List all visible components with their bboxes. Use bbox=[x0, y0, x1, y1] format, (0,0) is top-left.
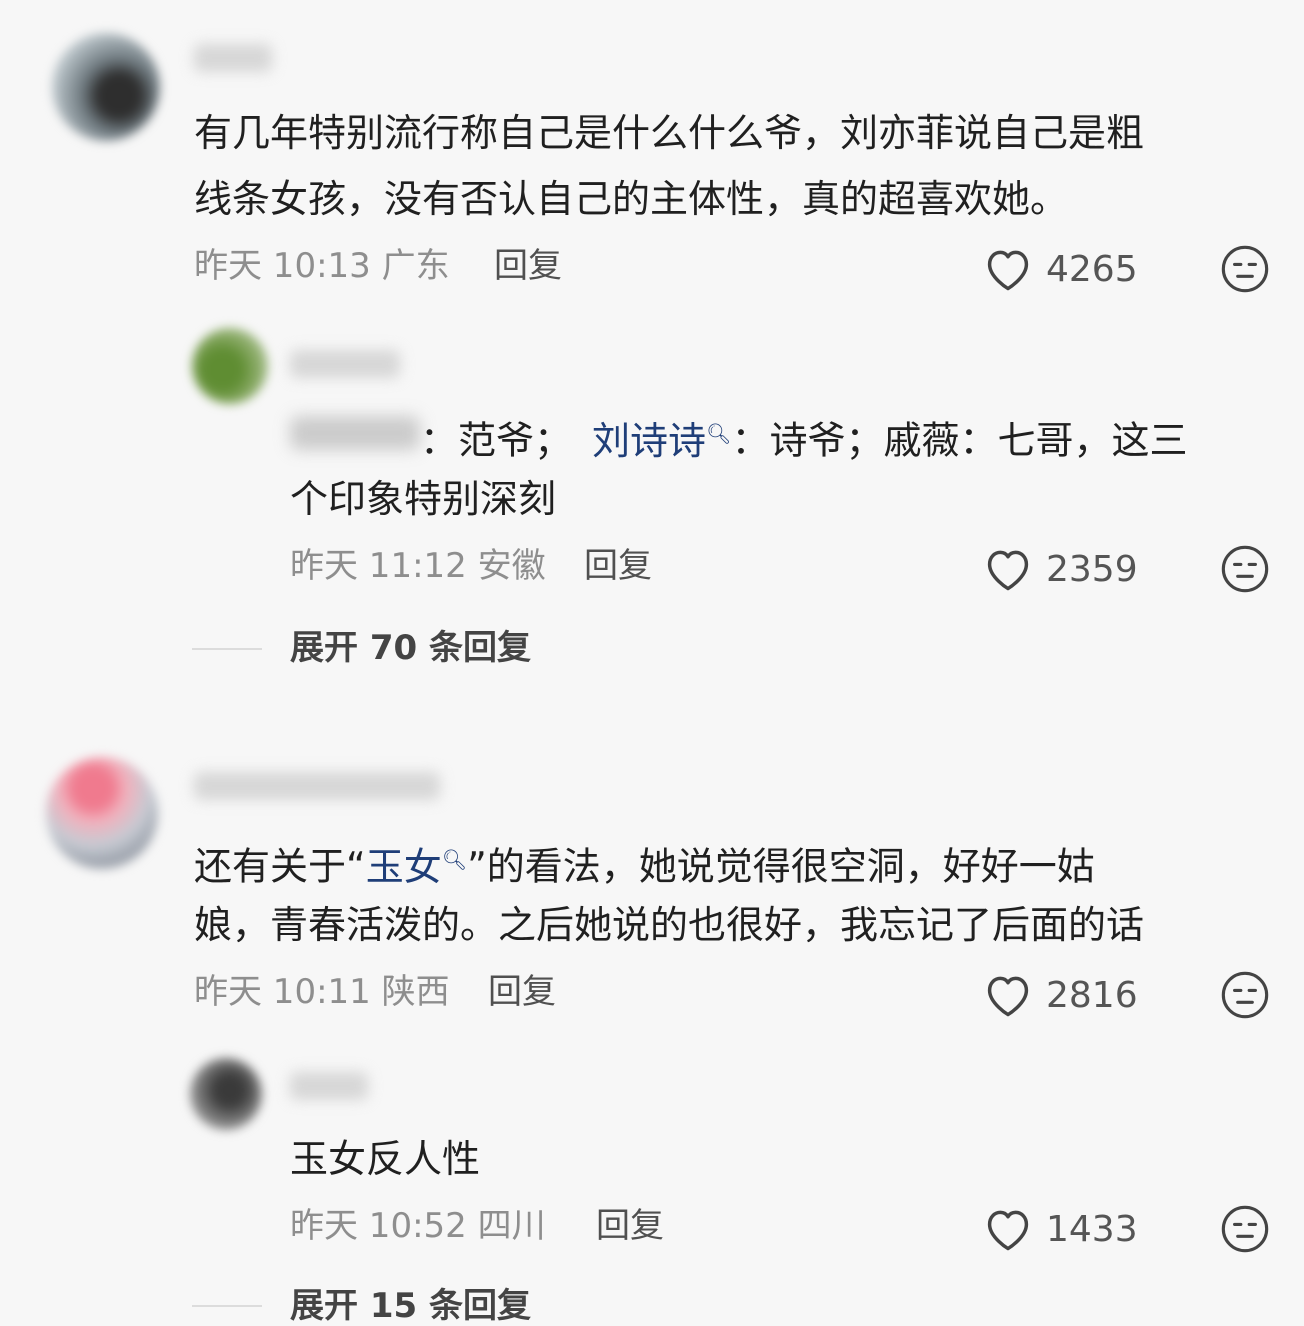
like-count: 2816 bbox=[1046, 975, 1138, 1016]
search-icon[interactable]: 🔍︎ bbox=[706, 421, 731, 445]
reply-button[interactable]: 回复 bbox=[488, 972, 556, 1012]
comment-time: 昨天 10:13 bbox=[194, 246, 371, 286]
mention-link[interactable]: 刘诗诗🔍︎ bbox=[592, 419, 731, 463]
divider bbox=[192, 1305, 262, 1307]
meh-face-icon[interactable] bbox=[1220, 970, 1270, 1020]
mention-separator: ： bbox=[420, 418, 459, 463]
avatar[interactable] bbox=[46, 757, 158, 869]
divider bbox=[192, 648, 262, 650]
reply-text-line: ：范爷； 刘诗诗🔍︎：诗爷；戚薇：七哥，这三 bbox=[420, 400, 1187, 474]
reply-text-segment: 范爷； bbox=[458, 418, 573, 463]
meh-face-icon[interactable] bbox=[1220, 244, 1270, 294]
reply-button[interactable]: 回复 bbox=[596, 1206, 664, 1246]
comment-meta: 昨天 11:12 安徽 bbox=[290, 546, 546, 586]
mention-link[interactable]: 玉女🔍︎ bbox=[366, 845, 467, 889]
comment-text-line: 线条女孩，没有否认自己的主体性，真的超喜欢她。 bbox=[194, 177, 1069, 221]
heart-icon[interactable] bbox=[982, 544, 1034, 592]
comment-text-line: 有几年特别流行称自己是什么什么爷，刘亦菲说自己是粗 bbox=[194, 111, 1145, 155]
username-blurred[interactable] bbox=[194, 772, 440, 800]
username-blurred[interactable] bbox=[194, 44, 272, 72]
comment-location: 广东 bbox=[381, 246, 450, 286]
reply-button[interactable]: 回复 bbox=[584, 546, 652, 586]
reply-text-line: 玉女反人性 bbox=[290, 1137, 481, 1181]
avatar[interactable] bbox=[192, 328, 268, 404]
username-blurred[interactable] bbox=[290, 1072, 368, 1100]
comment-time: 昨天 10:11 bbox=[194, 972, 371, 1012]
heart-icon[interactable] bbox=[982, 1204, 1034, 1252]
comment-meta: 昨天 10:13 广东 bbox=[194, 246, 450, 286]
mention-blurred[interactable] bbox=[290, 416, 420, 450]
reply-text-line: 个印象特别深刻 bbox=[290, 477, 557, 521]
reply-button[interactable]: 回复 bbox=[494, 246, 562, 286]
username-blurred[interactable] bbox=[290, 350, 400, 378]
avatar[interactable] bbox=[52, 33, 160, 141]
heart-icon[interactable] bbox=[982, 244, 1034, 292]
comment-location: 陕西 bbox=[381, 972, 450, 1012]
comment-meta: 昨天 10:52 四川 bbox=[290, 1206, 546, 1246]
search-icon[interactable]: 🔍︎ bbox=[442, 847, 467, 871]
comment-meta: 昨天 10:11 陕西 bbox=[194, 972, 450, 1012]
mention-name[interactable]: 玉女 bbox=[366, 845, 442, 889]
comment-location: 安徽 bbox=[477, 546, 546, 586]
comment-text-segment: 还有关于“ bbox=[194, 844, 366, 889]
comment-text-line: 还有关于“玉女🔍︎”的看法，她说觉得很空洞，好好一姑 bbox=[194, 826, 1095, 900]
mention-name[interactable]: 刘诗诗 bbox=[592, 419, 706, 463]
like-count: 1433 bbox=[1046, 1209, 1138, 1250]
comment-text-segment: ”的看法，她说觉得很空洞，好好一姑 bbox=[467, 844, 1095, 889]
comment-time: 昨天 11:12 bbox=[290, 546, 467, 586]
expand-replies-button[interactable]: 展开 15 条回复 bbox=[290, 1286, 531, 1326]
comment-time: 昨天 10:52 bbox=[290, 1206, 467, 1246]
expand-replies-button[interactable]: 展开 70 条回复 bbox=[290, 628, 531, 668]
meh-face-icon[interactable] bbox=[1220, 1204, 1270, 1254]
like-count: 4265 bbox=[1046, 249, 1138, 290]
meh-face-icon[interactable] bbox=[1220, 544, 1270, 594]
reply-text-segment: ：诗爷；戚薇：七哥，这三 bbox=[731, 418, 1188, 463]
avatar[interactable] bbox=[190, 1058, 262, 1130]
like-count: 2359 bbox=[1046, 549, 1138, 590]
heart-icon[interactable] bbox=[982, 970, 1034, 1018]
comment-location: 四川 bbox=[477, 1206, 546, 1246]
comment-text-line: 娘，青春活泼的。之后她说的也很好，我忘记了后面的话 bbox=[194, 903, 1145, 947]
